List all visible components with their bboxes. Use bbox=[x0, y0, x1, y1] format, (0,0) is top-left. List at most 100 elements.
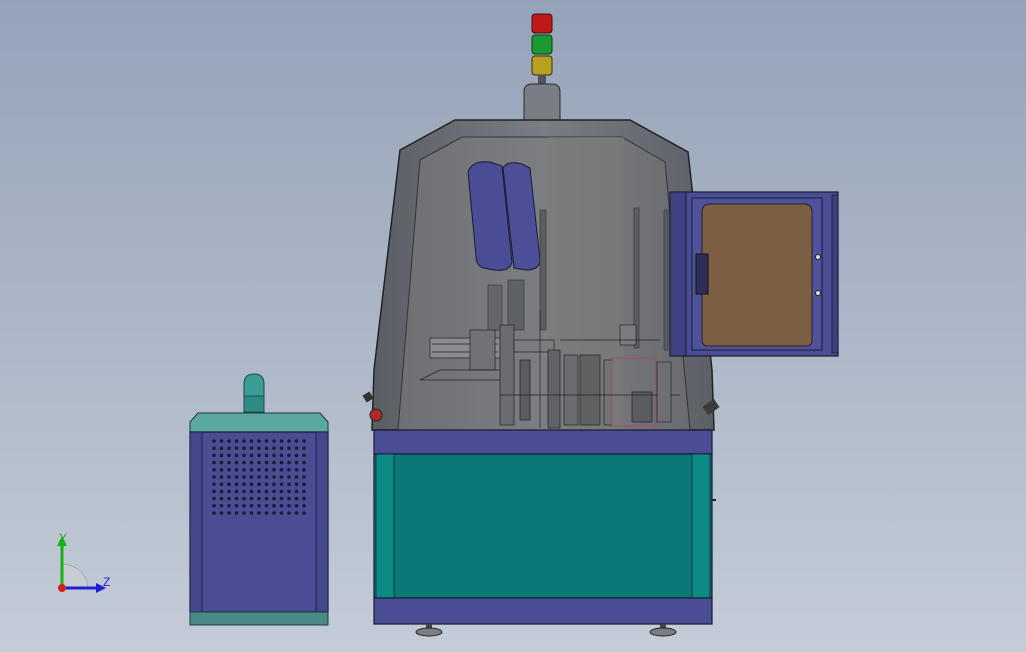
vent-hole bbox=[264, 446, 269, 451]
vent-hole bbox=[249, 475, 254, 479]
vent-hole bbox=[234, 496, 239, 501]
cabinet-top-cap bbox=[189, 412, 329, 433]
vent-hole bbox=[279, 453, 284, 458]
leveling-foot-right bbox=[649, 624, 677, 637]
base-teal-panel bbox=[373, 453, 713, 599]
vent-hole bbox=[287, 482, 291, 487]
vent-hole bbox=[227, 482, 231, 487]
base-left-post bbox=[375, 453, 395, 599]
vent-hole bbox=[212, 504, 216, 508]
vent-hole bbox=[264, 496, 269, 501]
rail-3 bbox=[663, 209, 669, 351]
vent-hole bbox=[279, 496, 284, 501]
vent-hole bbox=[272, 482, 276, 487]
door-edge bbox=[831, 194, 839, 354]
vent-hole bbox=[212, 482, 216, 487]
stack-light-red bbox=[531, 13, 553, 34]
vent-hole bbox=[279, 460, 284, 465]
vent-hole bbox=[272, 504, 276, 508]
vent-hole bbox=[264, 475, 269, 479]
vent-hole bbox=[212, 468, 216, 472]
axis-triad: Y Z bbox=[57, 531, 110, 593]
vent-hole bbox=[249, 460, 254, 465]
vent-hole bbox=[219, 475, 224, 479]
vent-hole bbox=[242, 446, 246, 451]
vent-hole bbox=[212, 446, 216, 451]
vent-hole bbox=[287, 468, 291, 472]
door-hinge-side bbox=[669, 191, 687, 357]
access-door[interactable] bbox=[669, 191, 839, 357]
vent-hole bbox=[227, 439, 231, 443]
stack-light-yellow bbox=[531, 55, 553, 76]
vent-hole bbox=[279, 439, 284, 443]
cabinet-base bbox=[189, 611, 329, 626]
vent-hole bbox=[234, 439, 239, 443]
vent-hole bbox=[279, 489, 284, 494]
base-top-rail bbox=[373, 429, 713, 455]
vent-hole bbox=[294, 496, 299, 501]
vent-hole bbox=[242, 511, 246, 515]
vent-hole bbox=[294, 439, 299, 443]
vent-hole bbox=[234, 504, 239, 508]
vent-hole bbox=[249, 504, 254, 508]
stack-light-green bbox=[531, 34, 553, 55]
main-machine[interactable] bbox=[362, 119, 839, 637]
cad-viewport[interactable]: Y Z bbox=[0, 0, 1026, 652]
vent-hole bbox=[279, 482, 284, 487]
vent-hole bbox=[257, 489, 261, 494]
vent-hole bbox=[242, 504, 246, 508]
vent-hole bbox=[234, 482, 239, 487]
vent-hole bbox=[294, 446, 299, 451]
door-handle[interactable] bbox=[695, 253, 709, 295]
vent-hole bbox=[227, 489, 231, 494]
vent-hole bbox=[227, 460, 231, 465]
vent-hole bbox=[287, 489, 291, 494]
vent-hole bbox=[242, 468, 246, 472]
vent-hole bbox=[294, 504, 299, 508]
door-window bbox=[701, 203, 813, 347]
vent-hole bbox=[234, 511, 239, 515]
vent-hole bbox=[287, 453, 291, 458]
vent-hole bbox=[272, 496, 276, 501]
vent-hole bbox=[272, 446, 276, 451]
vent-hole bbox=[264, 511, 269, 515]
vent-hole bbox=[257, 460, 261, 465]
column-left bbox=[487, 284, 503, 331]
cad-model-scene[interactable] bbox=[0, 0, 1026, 652]
vent-hole bbox=[279, 446, 284, 451]
vent-hole bbox=[257, 446, 261, 451]
vent-hole bbox=[272, 511, 276, 515]
vent-hole bbox=[227, 468, 231, 472]
vent-hole bbox=[249, 482, 254, 487]
vent-hole bbox=[234, 446, 239, 451]
vent-hole bbox=[264, 489, 269, 494]
vent-hole bbox=[242, 496, 246, 501]
vent-hole bbox=[219, 446, 224, 451]
electrical-cabinet[interactable] bbox=[189, 373, 329, 626]
vent-hole bbox=[272, 453, 276, 458]
vent-hole bbox=[257, 453, 261, 458]
door-screw-bottom bbox=[815, 290, 821, 296]
vent-hole bbox=[264, 468, 269, 472]
vent-hole bbox=[302, 475, 306, 479]
cabinet-body bbox=[189, 431, 329, 613]
stack-light-tower[interactable] bbox=[523, 13, 561, 123]
vent-hole bbox=[264, 482, 269, 487]
vent-hole bbox=[219, 439, 224, 443]
vent-hole bbox=[249, 489, 254, 494]
vent-hole bbox=[212, 439, 216, 443]
vent-hole bbox=[264, 453, 269, 458]
vent-hole bbox=[287, 460, 291, 465]
vent-hole bbox=[264, 460, 269, 465]
vent-hole bbox=[234, 489, 239, 494]
vent-hole bbox=[294, 453, 299, 458]
vent-hole bbox=[219, 511, 224, 515]
vent-hole bbox=[219, 489, 224, 494]
base-right-post bbox=[691, 453, 711, 599]
vent-hole bbox=[242, 460, 246, 465]
vent-hole bbox=[257, 511, 261, 515]
vent-hole bbox=[234, 475, 239, 479]
vent-hole bbox=[302, 460, 306, 465]
vent-hole bbox=[257, 468, 261, 472]
stack-light-base bbox=[523, 83, 561, 123]
